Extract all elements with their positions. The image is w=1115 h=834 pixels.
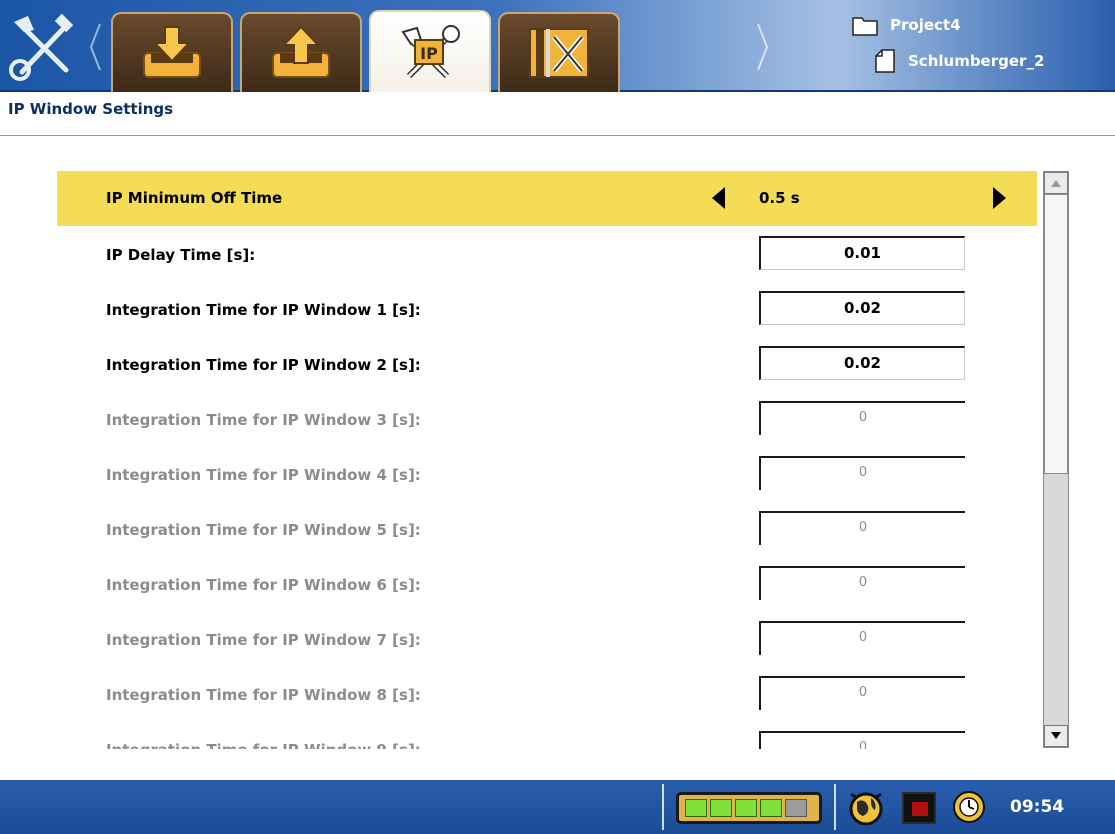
setting-label: Integration Time for IP Window 4 [s]: [106,466,421,484]
window-5-integration-field: 0 [759,511,965,545]
battery-icon [676,792,822,824]
setting-row-ip-delay-time: IP Delay Time [s]: 0.01 [57,226,1037,281]
setting-row-window-3: Integration Time for IP Window 3 [s]: 0 [57,391,1037,446]
setting-row-window-1: Integration Time for IP Window 1 [s]: 0.… [57,281,1037,336]
svg-text:IP: IP [420,44,438,63]
window-9-integration-field: 0 [759,731,965,749]
window-4-integration-field: 0 [759,456,965,490]
download-tab[interactable] [111,12,233,92]
project-folder[interactable]: Project4 [852,14,961,36]
scroll-up-button[interactable] [1044,172,1068,194]
battery-cell [760,799,782,817]
setting-row-window-6: Integration Time for IP Window 6 [s]: 0 [57,556,1037,611]
download-icon [143,26,201,78]
setting-value: 0.5 s [759,189,800,207]
status-separator [662,784,664,830]
setting-label: Integration Time for IP Window 2 [s]: [106,356,421,374]
window-1-integration-field[interactable]: 0.02 [759,291,965,325]
record-indicator-icon [902,792,936,824]
setting-label: Integration Time for IP Window 7 [s]: [106,631,421,649]
file-icon [875,49,895,73]
increase-arrow-icon[interactable] [992,187,1006,209]
tools-icon[interactable] [6,8,84,86]
battery-cell [735,799,757,817]
setting-label: Integration Time for IP Window 8 [s]: [106,686,421,704]
setting-label: Integration Time for IP Window 1 [s]: [106,301,421,319]
window-7-integration-field: 0 [759,621,965,655]
setting-row-window-9: Integration Time for IP Window 9 [s]: 0 [57,721,1037,749]
title-divider [0,135,1115,136]
setting-label: Integration Time for IP Window 9 [s]: [106,741,421,749]
upload-tab[interactable] [240,12,362,92]
gps-globe-icon[interactable] [845,786,887,828]
setting-label: Integration Time for IP Window 5 [s]: [106,521,421,539]
status-time: 09:54 [1010,797,1065,817]
settings-scrollbar[interactable] [1043,171,1069,748]
system-settings-tab[interactable] [498,12,620,92]
setting-label: IP Minimum Off Time [106,189,283,207]
folder-icon [852,17,878,36]
battery-cell [710,799,732,817]
project-info: Project4 Schlumberger_2 [848,6,1113,86]
setting-row-window-7: Integration Time for IP Window 7 [s]: 0 [57,611,1037,666]
window-6-integration-field: 0 [759,566,965,600]
ip-delay-time-field[interactable]: 0.01 [759,236,965,270]
setting-row-window-8: Integration Time for IP Window 8 [s]: 0 [57,666,1037,721]
setting-label: Integration Time for IP Window 3 [s]: [106,411,421,429]
top-toolbar: IP Project4 Schlumberger_2 [0,0,1115,92]
setting-label: IP Delay Time [s]: [106,246,256,264]
scroll-tabs-left-icon[interactable] [88,22,102,72]
status-bar: 09:54 [0,780,1115,834]
battery-cell [685,799,707,817]
settings-list: IP Minimum Off Time 0.5 s IP Delay Time … [57,171,1037,749]
scroll-down-icon [1051,732,1061,739]
setting-row-window-5: Integration Time for IP Window 5 [s]: 0 [57,501,1037,556]
window-8-integration-field: 0 [759,676,965,710]
scroll-thumb[interactable] [1044,194,1068,474]
scroll-up-icon [1051,180,1061,187]
project-file[interactable]: Schlumberger_2 [874,48,1044,74]
scroll-tabs-right-icon[interactable] [756,22,770,72]
upload-icon [272,25,330,78]
status-separator [834,784,836,830]
project-file-name: Schlumberger_2 [908,52,1045,70]
system-tools-icon [529,28,589,78]
window-2-integration-field[interactable]: 0.02 [759,346,965,380]
project-folder-name: Project4 [890,16,961,34]
setting-row-window-2: Integration Time for IP Window 2 [s]: 0.… [57,336,1037,391]
scroll-down-button[interactable] [1044,725,1068,747]
battery-cell [785,799,807,817]
setting-label: Integration Time for IP Window 6 [s]: [106,576,421,594]
setting-row-min-off-time[interactable]: IP Minimum Off Time 0.5 s [57,171,1037,226]
ip-settings-tab[interactable]: IP [369,10,491,92]
clock-icon[interactable] [952,790,986,824]
window-3-integration-field: 0 [759,401,965,435]
page-title: IP Window Settings [8,100,174,118]
decrease-arrow-icon[interactable] [712,187,726,209]
setting-row-window-4: Integration Time for IP Window 4 [s]: 0 [57,446,1037,501]
ip-settings-icon: IP [401,25,460,79]
